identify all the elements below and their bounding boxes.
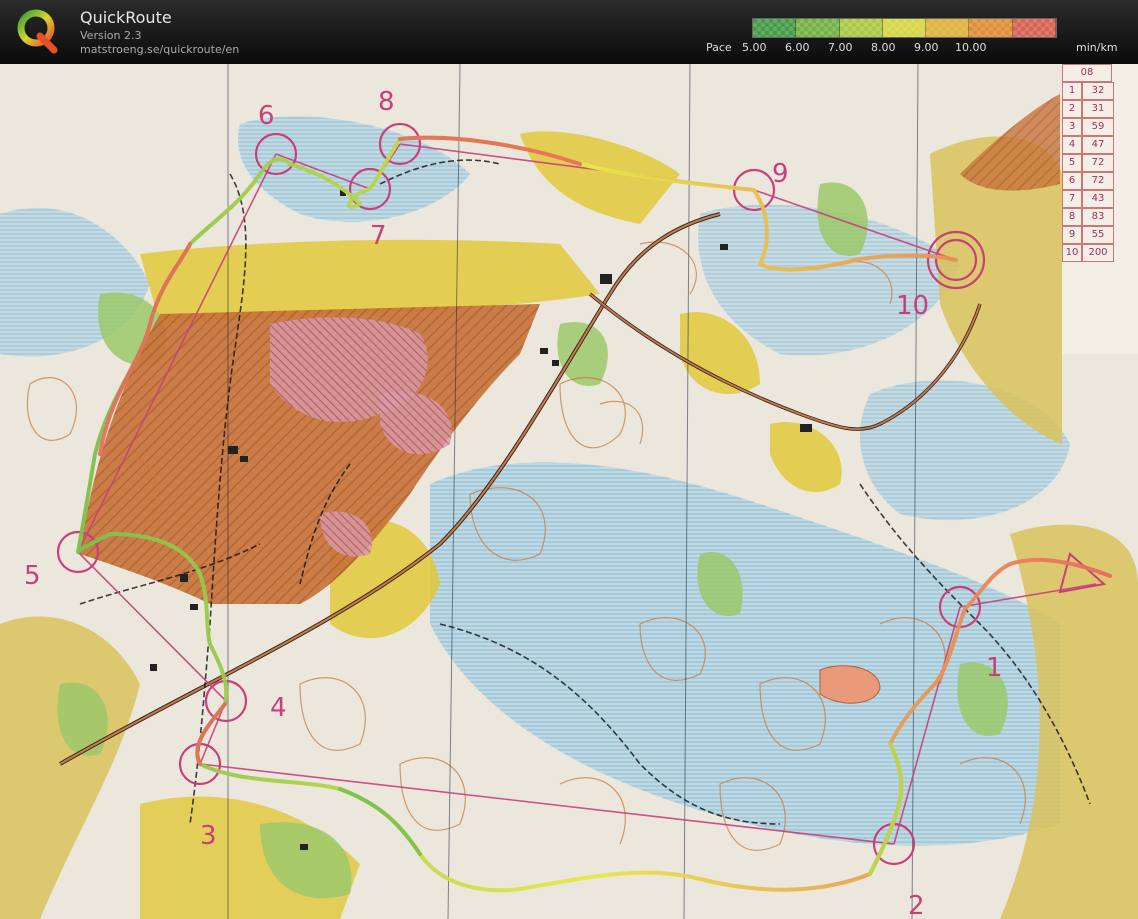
table-row: 3 59 [1062,118,1138,136]
control-number-8: 8 [378,87,395,117]
control-number-1: 1 [986,653,1003,683]
control-number-4: 4 [270,693,287,723]
control-description-table: 08 1 32 2 31 3 59 4 47 5 72 6 72 7 43 8 … [1062,64,1138,354]
pace-color-segment [882,19,927,37]
pace-tick: 6.00 [785,41,810,54]
pace-color-segment [753,19,797,37]
table-cell-code: 83 [1082,208,1114,226]
table-cell-code: 72 [1082,154,1114,172]
pace-tick: 10.00 [955,41,987,54]
pace-color-segment [926,19,970,37]
table-row: 2 31 [1062,100,1138,118]
map-canvas[interactable]: 1 2 3 4 5 6 7 8 9 10 [0,64,1138,919]
table-cell-code: 200 [1082,244,1114,262]
table-cell-code: 31 [1082,100,1114,118]
pace-color-segment [796,19,840,37]
table-row: 10 200 [1062,244,1138,262]
control-number-10: 10 [896,291,929,321]
control-number-2: 2 [908,891,925,919]
table-row: 6 72 [1062,172,1138,190]
pace-label: Pace [706,41,732,54]
pace-legend: Pace 5.00 6.00 7.00 8.00 9.00 10.00 min/… [706,18,1118,58]
table-row: 4 47 [1062,136,1138,154]
table-row: 5 72 [1062,154,1138,172]
control-number-9: 9 [772,159,789,189]
pace-unit: min/km [1076,41,1118,54]
control-number-3: 3 [200,821,217,851]
table-cell-control: 4 [1062,136,1082,154]
table-row: 7 43 [1062,190,1138,208]
table-row: 1 32 [1062,82,1138,100]
table-cell-code: 59 [1082,118,1114,136]
pace-color-segment [839,19,883,37]
table-cell-control: 1 [1062,82,1082,100]
table-cell-control: 8 [1062,208,1082,226]
control-number-6: 6 [258,101,275,131]
pace-tick: 7.00 [828,41,853,54]
table-cell-code: 43 [1082,190,1114,208]
orienteering-map[interactable]: 1 2 3 4 5 6 7 8 9 10 08 1 32 2 31 3 59 4… [0,64,1138,919]
table-header: 08 [1062,64,1138,82]
quickroute-app: QuickRoute Version 2.3 matstroeng.se/qui… [0,0,1138,919]
app-title: QuickRoute [80,8,172,27]
app-version: Version 2.3 [80,29,142,42]
table-cell-control: 2 [1062,100,1082,118]
table-cell-control: 10 [1062,244,1082,262]
table-header-cell: 08 [1062,64,1112,82]
table-cell-control: 6 [1062,172,1082,190]
header-bar: QuickRoute Version 2.3 matstroeng.se/qui… [0,0,1138,64]
quickroute-logo-icon [17,9,58,54]
table-cell-code: 32 [1082,82,1114,100]
table-cell-control: 5 [1062,154,1082,172]
pace-tick: 9.00 [914,41,939,54]
control-number-5: 5 [24,561,41,591]
table-cell-control: 7 [1062,190,1082,208]
pace-tick: 8.00 [871,41,896,54]
app-url[interactable]: matstroeng.se/quickroute/en [80,43,239,56]
table-row: 9 55 [1062,226,1138,244]
table-cell-code: 72 [1082,172,1114,190]
pace-color-segment [969,19,1013,37]
control-number-7: 7 [370,221,387,251]
table-row: 8 83 [1062,208,1138,226]
table-cell-control: 9 [1062,226,1082,244]
pace-tick: 5.00 [742,41,767,54]
table-cell-control: 3 [1062,118,1082,136]
table-cell-code: 55 [1082,226,1114,244]
pace-color-scale [752,18,1057,38]
pace-color-segment [1012,19,1056,37]
table-cell-code: 47 [1082,136,1114,154]
